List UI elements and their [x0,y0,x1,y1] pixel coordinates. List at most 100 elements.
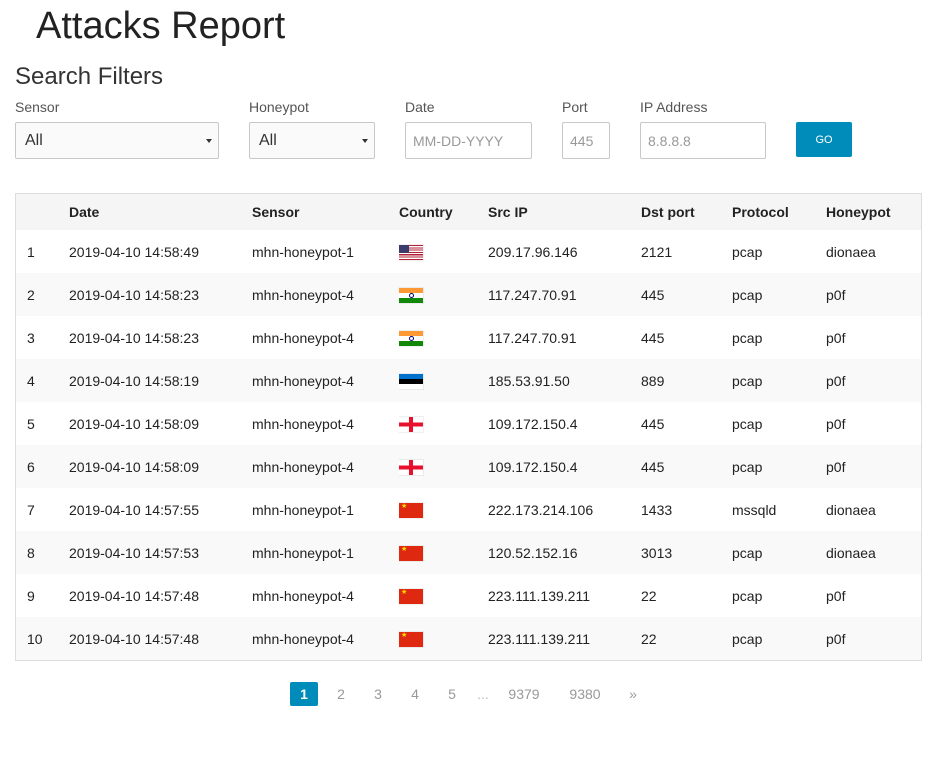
india-flag-icon [399,287,423,303]
row-date: 2019-04-10 14:58:09 [69,415,199,432]
row-dst-port: 2121 [641,243,673,260]
row-sensor: mhn-honeypot-4 [252,458,354,475]
china-flag-icon [399,631,423,647]
row-dst-port: 445 [641,458,665,475]
us-flag-icon [399,244,423,260]
honeypot-filter: Honeypot All [249,99,375,159]
row-src-ip: 109.172.150.4 [488,458,578,475]
georgia-flag-icon [399,459,423,475]
estonia-flag-icon [399,373,423,389]
china-flag-icon [399,588,423,604]
row-src-ip: 120.52.152.16 [488,544,578,561]
row-honeypot: p0f [826,458,846,475]
table-row: 3 2019-04-10 14:58:23 mhn-honeypot-4 117… [16,316,921,359]
row-dst-port: 445 [641,415,665,432]
row-sensor: mhn-honeypot-4 [252,329,354,346]
row-sensor: mhn-honeypot-4 [252,286,354,303]
table-row: 5 2019-04-10 14:58:09 mhn-honeypot-4 109… [16,402,921,445]
honeypot-select[interactable]: All [249,122,375,159]
row-date: 2019-04-10 14:57:48 [69,587,199,604]
row-src-ip: 117.247.70.91 [488,286,577,303]
row-honeypot: p0f [826,630,846,647]
ip-address-input[interactable] [640,122,766,159]
port-label: Port [562,99,588,115]
row-date: 2019-04-10 14:57:53 [69,544,199,561]
table-row: 1 2019-04-10 14:58:49 mhn-honeypot-1 209… [16,230,921,273]
go-button[interactable]: GO [796,122,852,157]
row-number: 5 [27,415,35,432]
page-link[interactable]: 4 [392,682,438,706]
row-src-ip: 117.247.70.91 [488,329,577,346]
row-country [399,488,488,531]
row-country [399,531,488,574]
ip-address-label: IP Address [640,99,708,115]
table-row: 8 2019-04-10 14:57:53 mhn-honeypot-1 120… [16,531,921,574]
sensor-select-value: All [25,132,43,149]
header-country: Country [399,204,453,220]
header-dst-port: Dst port [641,204,695,220]
table-row: 2 2019-04-10 14:58:23 mhn-honeypot-4 117… [16,273,921,316]
header-sensor: Sensor [252,204,300,220]
row-protocol: pcap [732,630,763,647]
row-date: 2019-04-10 14:58:23 [69,329,199,346]
next-page-icon[interactable]: » [622,682,644,706]
row-sensor: mhn-honeypot-1 [252,501,354,518]
row-country [399,445,488,488]
row-sensor: mhn-honeypot-4 [252,587,354,604]
row-dst-port: 3013 [641,544,673,561]
page-ellipsis: ... [477,686,489,702]
sensor-filter: Sensor All [15,99,219,159]
date-filter: Date [405,99,532,159]
row-number: 7 [27,501,35,518]
row-src-ip: 209.17.96.146 [488,243,578,260]
page-link[interactable]: 2 [318,682,364,706]
port-filter: Port [562,99,610,159]
row-number: 6 [27,458,35,475]
row-dst-port: 22 [641,587,657,604]
row-number: 8 [27,544,35,561]
row-src-ip: 222.173.214.106 [488,501,594,518]
page-link[interactable]: 5 [438,682,466,706]
caret-down-icon [206,139,212,143]
date-input[interactable] [405,122,532,159]
row-src-ip: 185.53.91.50 [488,372,570,389]
date-label: Date [405,99,435,115]
row-sensor: mhn-honeypot-4 [252,372,354,389]
row-protocol: pcap [732,544,763,561]
row-protocol: pcap [732,415,763,432]
row-country [399,273,488,316]
honeypot-label: Honeypot [249,99,309,115]
row-honeypot: p0f [826,286,846,303]
port-input[interactable] [562,122,610,159]
row-honeypot: p0f [826,415,846,432]
sensor-select[interactable]: All [15,122,219,159]
row-date: 2019-04-10 14:58:49 [69,243,199,260]
page-link[interactable]: 9379 [500,682,548,706]
row-honeypot: dionaea [826,243,876,260]
row-protocol: pcap [732,587,763,604]
table-row: 4 2019-04-10 14:58:19 mhn-honeypot-4 185… [16,359,921,402]
page-link[interactable]: 3 [364,682,392,706]
sensor-label: Sensor [15,99,60,115]
row-protocol: pcap [732,458,763,475]
row-sensor: mhn-honeypot-1 [252,243,354,260]
page-link[interactable]: 9380 [548,682,622,706]
china-flag-icon [399,545,423,561]
row-country [399,574,488,617]
table-header-row: Date Sensor Country Src IP Dst port Prot… [16,194,921,230]
row-src-ip: 223.111.139.211 [488,587,590,604]
row-protocol: pcap [732,286,763,303]
row-dst-port: 22 [641,630,657,647]
row-dst-port: 445 [641,286,665,303]
row-number: 10 [27,630,43,647]
row-protocol: mssqld [732,501,777,518]
row-country [399,230,488,273]
page-link-current[interactable]: 1 [290,682,318,706]
ip-address-filter: IP Address [640,99,766,159]
attacks-table: Date Sensor Country Src IP Dst port Prot… [15,193,922,661]
row-number: 4 [27,372,35,389]
row-country [399,402,488,445]
row-number: 9 [27,587,35,604]
row-protocol: pcap [732,329,763,346]
row-country [399,617,488,660]
